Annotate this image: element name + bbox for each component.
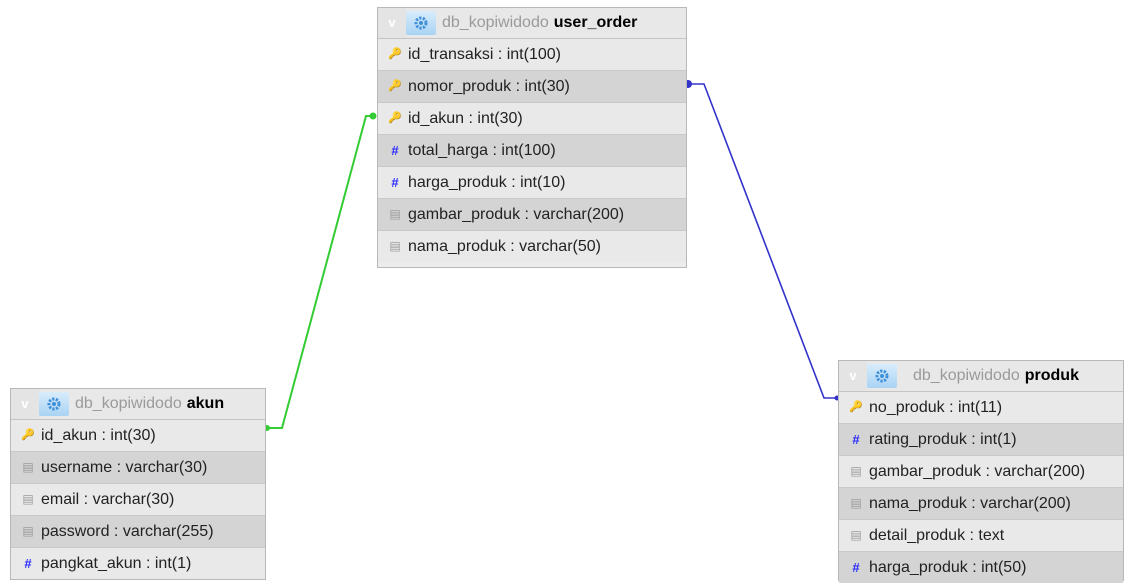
text-field-icon: ▤	[22, 524, 34, 538]
field-label: rating_produk : int(1)	[869, 431, 1017, 448]
field-row[interactable]: ▤ password : varchar(255)	[11, 516, 265, 548]
field-label: gambar_produk : varchar(200)	[408, 206, 625, 223]
table-header[interactable]: v db_kopiwidodo user_order	[378, 8, 686, 39]
table-user-order[interactable]: v db_kopiwidodo user_order 🔑 id_transaksi…	[377, 7, 687, 268]
field-row[interactable]: ▤ username : varchar(30)	[11, 452, 265, 484]
table-db-name: db_kopiwidodo	[442, 14, 549, 31]
collapse-toggle[interactable]: v	[378, 8, 406, 38]
field-row[interactable]: ▤ gambar_produk : varchar(200)	[378, 199, 686, 231]
key-icon: 🔑	[388, 80, 402, 92]
table-produk[interactable]: v db_kopiwidodo produk 🔑 no_produk : int(…	[838, 360, 1124, 583]
field-row[interactable]: # total_harga : int(100)	[378, 135, 686, 167]
collapse-toggle[interactable]: v	[11, 389, 39, 419]
field-row[interactable]: # harga_produk : int(10)	[378, 167, 686, 199]
field-label: id_transaksi : int(100)	[408, 46, 561, 63]
field-label: password : varchar(255)	[41, 523, 214, 540]
field-row[interactable]: ▤ email : varchar(30)	[11, 484, 265, 516]
field-label: harga_produk : int(10)	[408, 174, 566, 191]
field-label: nama_produk : varchar(50)	[408, 238, 601, 255]
gear-icon[interactable]	[39, 392, 69, 416]
table-header[interactable]: v db_kopiwidodo akun	[11, 389, 265, 420]
table-db-name: db_kopiwidodo	[913, 367, 1020, 384]
table-header[interactable]: v db_kopiwidodo produk	[839, 361, 1123, 392]
relation-endpoint-user-order-id-akun	[369, 112, 377, 120]
field-label: email : varchar(30)	[41, 491, 175, 508]
field-label: id_akun : int(30)	[41, 427, 156, 444]
field-label: id_akun : int(30)	[408, 110, 523, 127]
collapse-toggle[interactable]: v	[839, 361, 867, 391]
field-label: pangkat_akun : int(1)	[41, 555, 192, 572]
number-icon: #	[391, 143, 399, 158]
key-icon: 🔑	[388, 112, 402, 124]
field-row[interactable]: # harga_produk : int(50)	[839, 552, 1123, 583]
relation-line-user-order-produk[interactable]	[686, 83, 838, 399]
field-row[interactable]: 🔑 id_akun : int(30)	[11, 420, 265, 452]
field-label: harga_produk : int(50)	[869, 559, 1027, 576]
field-label: username : varchar(30)	[41, 459, 208, 476]
key-icon: 🔑	[849, 401, 863, 413]
field-label: detail_produk : text	[869, 527, 1005, 544]
field-label: no_produk : int(11)	[869, 399, 1003, 416]
field-row[interactable]: # rating_produk : int(1)	[839, 424, 1123, 456]
field-row[interactable]: 🔑 id_akun : int(30)	[378, 103, 686, 135]
field-row[interactable]: 🔑 nomor_produk : int(30)	[378, 71, 686, 103]
table-name: akun	[186, 395, 225, 412]
table-name: produk	[1024, 367, 1079, 384]
field-label: nama_produk : varchar(200)	[869, 495, 1071, 512]
field-list: 🔑 id_akun : int(30) ▤ username : varchar(30…	[11, 420, 265, 579]
table-name: user_order	[553, 14, 638, 31]
field-row[interactable]: ▤ nama_produk : varchar(200)	[839, 488, 1123, 520]
text-field-icon: ▤	[389, 207, 401, 221]
table-akun[interactable]: v db_kopiwidodo akun 🔑 id_akun : int(30) ▤…	[10, 388, 266, 580]
number-icon: #	[24, 556, 32, 571]
text-field-icon: ▤	[389, 239, 401, 253]
field-label: gambar_produk : varchar(200)	[869, 463, 1086, 480]
key-icon: 🔑	[21, 429, 35, 441]
text-field-icon: ▤	[22, 492, 34, 506]
key-icon: 🔑	[388, 48, 402, 60]
number-icon: #	[391, 175, 399, 190]
schema-designer-canvas: v db_kopiwidodo user_order 🔑 id_transaksi…	[0, 0, 1129, 583]
field-row[interactable]: # pangkat_akun : int(1)	[11, 548, 265, 579]
text-field-icon: ▤	[850, 464, 862, 478]
number-icon: #	[852, 432, 860, 447]
field-row[interactable]: 🔑 no_produk : int(11)	[839, 392, 1123, 424]
field-row[interactable]: ▤ nama_produk : varchar(50)	[378, 231, 686, 262]
text-field-icon: ▤	[850, 528, 862, 542]
text-field-icon: ▤	[22, 460, 34, 474]
table-db-name: db_kopiwidodo	[75, 395, 182, 412]
field-row[interactable]: ▤ gambar_produk : varchar(200)	[839, 456, 1123, 488]
field-label: total_harga : int(100)	[408, 142, 556, 159]
gear-icon[interactable]	[867, 364, 897, 388]
field-row[interactable]: ▤ detail_produk : text	[839, 520, 1123, 552]
text-field-icon: ▤	[850, 496, 862, 510]
field-list: 🔑 id_transaksi : int(100) 🔑 nomor_produk : …	[378, 39, 686, 262]
field-list: 🔑 no_produk : int(11) # rating_produk : int…	[839, 392, 1123, 583]
relation-line-user-order-akun[interactable]	[266, 115, 376, 429]
field-label: nomor_produk : int(30)	[408, 78, 570, 95]
number-icon: #	[852, 560, 860, 575]
field-row[interactable]: 🔑 id_transaksi : int(100)	[378, 39, 686, 71]
gear-icon[interactable]	[406, 11, 436, 35]
